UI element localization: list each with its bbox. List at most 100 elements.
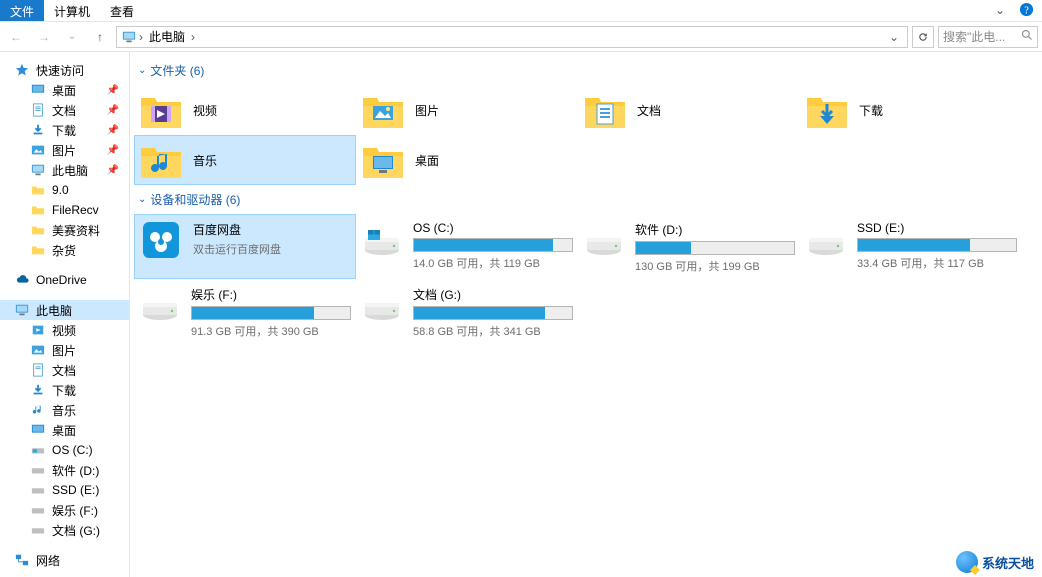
folder-label: 文档	[637, 102, 661, 119]
sidebar-pc-music[interactable]: 音乐	[0, 400, 129, 420]
sidebar-pc-desktop[interactable]: 桌面	[0, 420, 129, 440]
content-pane: ⌄ 文件夹 (6) 视频 图片 文档 下载音乐 桌面 ⌄ 设备和驱动器 (6) 百度网盘…	[130, 52, 1042, 577]
group-title: 设备和驱动器 (6)	[150, 191, 240, 208]
sidebar-item-thispc[interactable]: 此电脑 📌	[0, 160, 129, 180]
sidebar-thispc[interactable]: 此电脑	[0, 300, 129, 320]
chevron-down-icon: ⌄	[138, 65, 146, 76]
sidebar-item-label: 音乐	[52, 402, 76, 419]
folder-tile[interactable]: 图片	[356, 85, 578, 135]
sidebar-drive-e[interactable]: SSD (E:)	[0, 480, 129, 500]
menu-computer[interactable]: 计算机	[44, 0, 100, 21]
picture-folder-icon	[361, 90, 405, 130]
search-icon	[1021, 29, 1033, 44]
drive-icon	[361, 284, 403, 324]
sidebar-pc-videos[interactable]: 视频	[0, 320, 129, 340]
drive-tile[interactable]: SSD (E:)33.4 GB 可用，共 117 GB	[800, 214, 1022, 279]
address-bar[interactable]: › 此电脑 › ⌄	[116, 26, 908, 48]
folder-tile[interactable]: 视频	[134, 85, 356, 135]
address-dropdown-icon[interactable]: ⌄	[885, 30, 903, 44]
drive-tile[interactable]: 百度网盘双击运行百度网盘	[134, 214, 356, 279]
folder-label: 桌面	[415, 152, 439, 169]
drive-stats: 14.0 GB 可用，共 119 GB	[413, 255, 573, 271]
pc-icon	[14, 302, 30, 318]
sidebar-pc-downloads[interactable]: 下载	[0, 380, 129, 400]
watermark: 系统天地	[956, 551, 1034, 573]
sidebar-pc-pictures[interactable]: 图片	[0, 340, 129, 360]
chevron-right-icon: ›	[137, 30, 145, 44]
sidebar-folder[interactable]: FileRecv	[0, 200, 129, 220]
globe-icon	[956, 551, 978, 573]
back-button[interactable]: ←	[4, 25, 28, 49]
download-icon	[30, 382, 46, 398]
sidebar-pc-documents[interactable]: 文档	[0, 360, 129, 380]
search-placeholder: 搜索"此电...	[943, 28, 1005, 45]
sidebar-item-label: 图片	[52, 142, 76, 159]
drive-usage-bar	[191, 306, 351, 320]
pin-icon: 📌	[107, 105, 119, 116]
drive-tile[interactable]: 软件 (D:)130 GB 可用，共 199 GB	[578, 214, 800, 279]
drive-name: 文档 (G:)	[413, 286, 573, 303]
sidebar-network[interactable]: 网络	[0, 550, 129, 570]
sidebar-folder[interactable]: 杂货	[0, 240, 129, 260]
download-icon	[30, 122, 46, 138]
sidebar-item-pictures[interactable]: 图片 📌	[0, 140, 129, 160]
sidebar-item-label: 文档 (G:)	[52, 522, 100, 539]
sidebar-item-label: 下载	[52, 382, 76, 399]
doc-icon	[30, 102, 46, 118]
sidebar-item-documents[interactable]: 文档 📌	[0, 100, 129, 120]
sidebar-onedrive[interactable]: OneDrive	[0, 270, 129, 290]
folder-label: 视频	[193, 102, 217, 119]
sidebar-quick-access[interactable]: 快速访问	[0, 60, 129, 80]
sidebar-drive-d[interactable]: 软件 (D:)	[0, 460, 129, 480]
picture-icon	[30, 342, 46, 358]
folder-tile[interactable]: 下载	[800, 85, 1022, 135]
folder-tile[interactable]: 桌面	[356, 135, 578, 185]
sidebar-drive-c[interactable]: OS (C:)	[0, 440, 129, 460]
navigation-bar: ← → ⌄ ↑ › 此电脑 › ⌄ 搜索"此电...	[0, 22, 1042, 52]
baidu-icon	[139, 219, 183, 259]
help-icon[interactable]: ?	[1011, 0, 1042, 21]
menu-view[interactable]: 查看	[100, 0, 144, 21]
group-folders-header[interactable]: ⌄ 文件夹 (6)	[134, 56, 1042, 85]
drive-name: 百度网盘	[193, 221, 351, 238]
music-icon	[30, 402, 46, 418]
sidebar-item-label: 文档	[52, 102, 76, 119]
chevron-right-icon: ›	[189, 30, 197, 44]
sidebar-item-label: 下载	[52, 122, 76, 139]
search-input[interactable]: 搜索"此电...	[938, 26, 1038, 48]
sidebar-drive-g[interactable]: 文档 (G:)	[0, 520, 129, 540]
sidebar-folder[interactable]: 美赛资料	[0, 220, 129, 240]
sidebar-item-downloads[interactable]: 下载 📌	[0, 120, 129, 140]
pin-icon: 📌	[107, 145, 119, 156]
recent-locations-button[interactable]: ⌄	[60, 25, 84, 49]
ribbon-expand-icon[interactable]: ⌄	[989, 0, 1011, 21]
sidebar-item-label: 快速访问	[36, 62, 84, 79]
drive-stats: 91.3 GB 可用，共 390 GB	[191, 323, 351, 339]
drive-icon	[30, 462, 46, 478]
doc-icon	[30, 362, 46, 378]
sidebar-item-desktop[interactable]: 桌面 📌	[0, 80, 129, 100]
drive-icon	[805, 219, 847, 259]
drive-icon	[583, 219, 625, 259]
folder-tile[interactable]: 文档	[578, 85, 800, 135]
forward-button[interactable]: →	[32, 25, 56, 49]
up-button[interactable]: ↑	[88, 25, 112, 49]
sidebar-item-label: FileRecv	[52, 203, 99, 217]
folders-grid: 视频 图片 文档 下载音乐 桌面	[134, 85, 1042, 185]
sidebar-item-label: 图片	[52, 342, 76, 359]
sidebar-folder[interactable]: 9.0	[0, 180, 129, 200]
group-drives-header[interactable]: ⌄ 设备和驱动器 (6)	[134, 185, 1042, 214]
drive-tile[interactable]: OS (C:)14.0 GB 可用，共 119 GB	[356, 214, 578, 279]
refresh-button[interactable]	[912, 26, 934, 48]
drive-icon	[30, 502, 46, 518]
drive-tile[interactable]: 文档 (G:)58.8 GB 可用，共 341 GB	[356, 279, 578, 344]
sidebar-item-label: 文档	[52, 362, 76, 379]
sidebar-drive-f[interactable]: 娱乐 (F:)	[0, 500, 129, 520]
drive-tile[interactable]: 娱乐 (F:)91.3 GB 可用，共 390 GB	[134, 279, 356, 344]
folder-icon	[30, 202, 46, 218]
menu-file[interactable]: 文件	[0, 0, 44, 21]
drive-stats: 33.4 GB 可用，共 117 GB	[857, 255, 1017, 271]
breadcrumb-thispc[interactable]: 此电脑	[145, 28, 189, 45]
folder-tile[interactable]: 音乐	[134, 135, 356, 185]
drive-win-icon	[361, 219, 403, 259]
